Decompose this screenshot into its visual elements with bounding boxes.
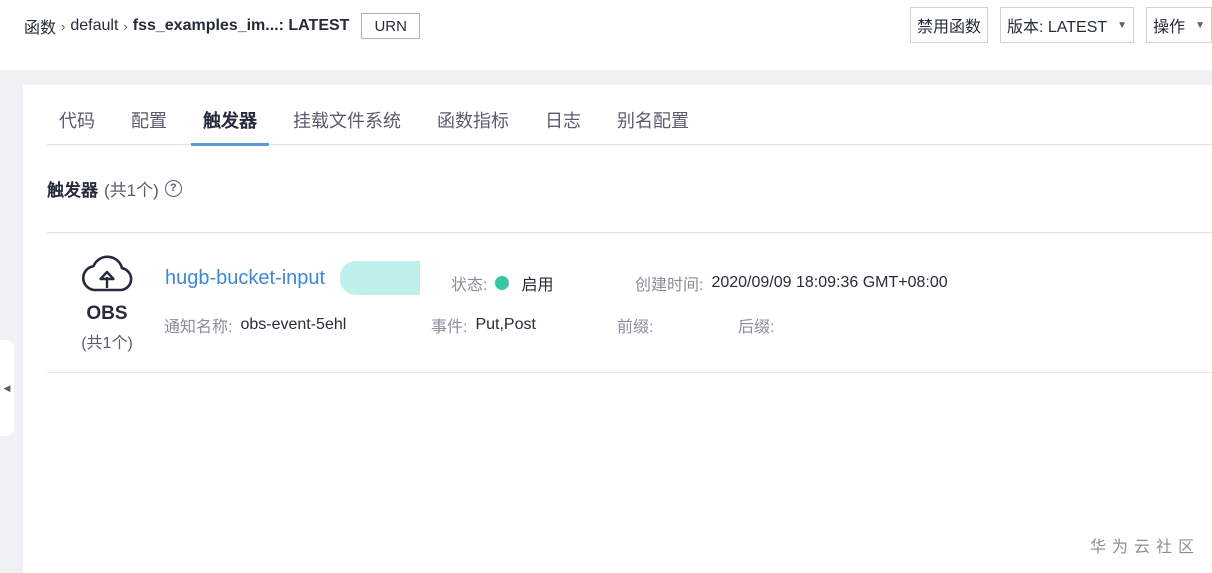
event-value: Put,Post [475,316,536,333]
version-select-label: 版本: LATEST [1007,19,1108,36]
operation-select-label: 操作 [1153,19,1186,36]
top-actions: 禁用函数 版本: LATEST ▼ 操作 ▼ [898,7,1212,43]
trigger-row: OBS (共1个) hugb-bucket-input 状态: 启用 创建时间:… [47,232,1212,373]
trigger-name-link[interactable]: hugb-bucket-input [165,267,325,290]
breadcrumb-functions[interactable]: 函数 [24,14,56,38]
main-panel: 代码 配置 触发器 挂载文件系统 函数指标 日志 别名配置 触发器 (共1个) … [23,85,1212,573]
breadcrumb-separator-icon: › [123,18,128,34]
prefix-label: 前缀: [617,319,654,336]
trigger-type-label: OBS [86,303,128,324]
created-time-field: 创建时间: 2020/09/09 18:09:36 GMT+08:00 [635,271,948,295]
breadcrumb-function-name: fss_examples_im... [132,17,279,34]
event-field: 事件: Put,Post [431,313,536,337]
tab-triggers[interactable]: 触发器 [191,85,269,146]
operation-select[interactable]: 操作 ▼ [1146,7,1212,43]
tab-config[interactable]: 配置 [119,85,179,145]
status-dot-icon [495,276,510,290]
tab-code[interactable]: 代码 [47,85,107,145]
top-header: 函数 › default › fss_examples_im... : LATE… [0,0,1212,70]
tab-metrics[interactable]: 函数指标 [425,85,521,145]
section-title-text: 触发器 [47,180,98,200]
caret-left-icon: ◀ [3,382,11,393]
suffix-label: 后缀: [738,319,775,336]
watermark-text: 华为云社区 [1089,539,1200,556]
section-title: 触发器 (共1个) ? [47,175,182,201]
version-select[interactable]: 版本: LATEST ▼ [1000,7,1135,43]
caret-down-icon: ▼ [1117,19,1128,31]
status-value: 启用 [521,277,554,294]
created-time-value: 2020/09/09 18:09:36 GMT+08:00 [711,274,948,291]
status-field: 状态: 启用 [451,271,553,295]
prefix-field: 前缀: [617,313,661,337]
urn-button[interactable]: URN [361,13,420,39]
tab-alias-config[interactable]: 别名配置 [605,85,701,145]
notify-name-label: 通知名称: [164,319,233,336]
cloud-upload-icon [81,255,133,292]
suffix-field: 后缀: [738,313,782,337]
tab-mount-filesystem[interactable]: 挂载文件系统 [281,85,413,145]
status-label: 状态: [451,277,488,294]
redaction-mask [340,261,420,295]
tab-logs[interactable]: 日志 [533,85,593,145]
help-icon[interactable]: ? [164,179,182,197]
caret-down-icon: ▼ [1195,19,1205,31]
breadcrumb: 函数 › default › fss_examples_im... : LATE… [24,13,420,39]
notify-name-value: obs-event-5ehl [240,316,347,333]
notify-name-field: 通知名称: obs-event-5ehl [164,313,346,337]
breadcrumb-app[interactable]: default [70,17,118,35]
event-label: 事件: [431,319,468,336]
trigger-type-block: OBS (共1个) [69,253,145,353]
breadcrumb-version: : LATEST [278,17,350,34]
sidebar-collapse-handle[interactable]: ◀ [0,340,14,436]
tab-bar: 代码 配置 触发器 挂载文件系统 函数指标 日志 别名配置 [47,85,1212,146]
breadcrumb-separator-icon: › [61,18,66,34]
disable-function-button[interactable]: 禁用函数 [909,7,988,43]
trigger-type-count: (共1个) [81,335,133,352]
created-time-label: 创建时间: [635,277,704,294]
section-count: (共1个) [104,180,159,200]
